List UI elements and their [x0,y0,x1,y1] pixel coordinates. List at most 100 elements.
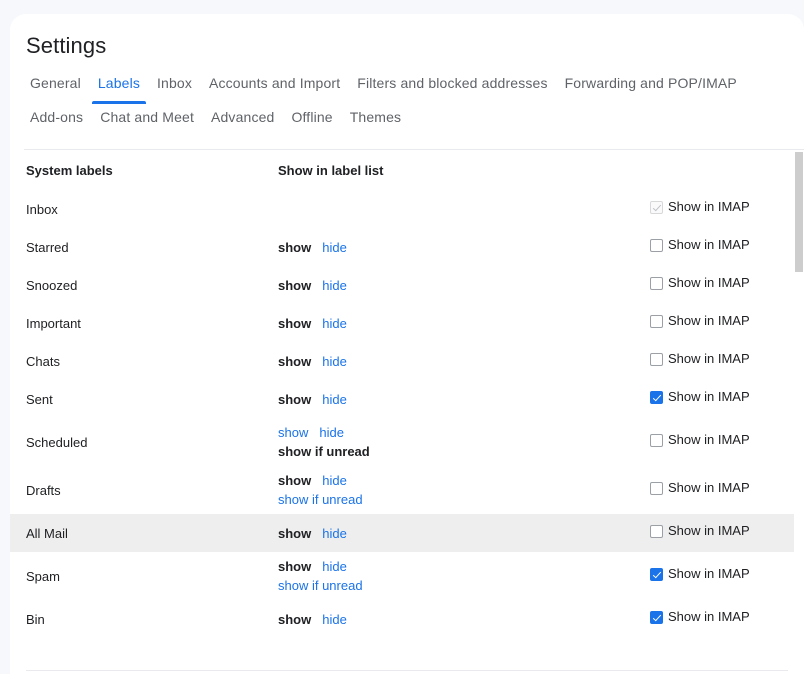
show-in-imap-toggle: Show in IMAP [650,199,750,215]
table-row[interactable]: Chats show hide Show in IMAP [10,342,804,380]
label-name: Inbox [26,201,58,217]
table-row[interactable]: Scheduled show hide show if unread Show in I… [10,418,804,466]
checkbox-icon[interactable] [650,481,663,495]
action-hide[interactable]: hide [322,524,347,543]
checkbox-icon[interactable] [650,567,663,581]
action-line: show hide [278,276,650,295]
show-in-imap-toggle[interactable]: Show in IMAP [650,313,750,329]
tab-chat-and-meet[interactable]: Chat and Meet [94,108,200,126]
table-row[interactable]: Spam show hide show if unread Show in IMAP [10,552,804,600]
tab-inbox[interactable]: Inbox [151,74,198,92]
tab-offline[interactable]: Offline [285,108,338,126]
label-visibility-actions: show hide [278,380,650,418]
table-row[interactable]: All Mail show hide Show in IMAP [10,514,804,552]
table-row[interactable]: Starred show hide Show in IMAP [10,228,804,266]
checkbox-icon[interactable] [650,352,663,366]
action-hide[interactable]: hide [322,557,347,576]
label-name: Bin [26,611,45,627]
label-visibility-actions: show hide [278,600,650,638]
action-show-if-unread[interactable]: show if unread [278,576,363,595]
action-show[interactable]: show [278,423,308,442]
action-hide[interactable]: hide [322,314,347,333]
show-in-imap-toggle[interactable]: Show in IMAP [650,351,750,367]
checkbox-icon[interactable] [650,524,663,538]
action-show: show [278,559,312,574]
column-header-imap [650,150,804,190]
table-row[interactable]: Drafts show hide show if unread Show in IMAP [10,466,804,514]
action-hide[interactable]: hide [322,352,347,371]
action-line: show hide [278,610,650,629]
label-visibility-actions: show hide show if unread [278,418,650,466]
imap-cell: Show in IMAP [650,514,804,552]
show-in-imap-label: Show in IMAP [668,609,750,625]
tab-add-ons[interactable]: Add-ons [24,108,89,126]
action-hide[interactable]: hide [322,610,347,629]
checkbox-icon[interactable] [650,314,663,328]
action-line: show hide [278,314,650,333]
table-row[interactable]: Snoozed show hide Show in IMAP [10,266,804,304]
imap-cell: Show in IMAP [650,304,804,342]
table-row[interactable]: Bin show hide Show in IMAP [10,600,804,638]
tab-filters-and-blocked-addresses[interactable]: Filters and blocked addresses [351,74,553,92]
tab-row-primary: General Labels Inbox Accounts and Import Fil… [24,74,804,108]
column-header-system-labels: System labels [26,163,113,178]
imap-cell: Show in IMAP [650,228,804,266]
labels-scroll-area[interactable]: System labels Show in label list Inbox Sh… [10,150,804,670]
action-hide[interactable]: hide [322,238,347,257]
tab-advanced[interactable]: Advanced [205,108,280,126]
show-in-imap-toggle[interactable]: Show in IMAP [650,432,750,448]
imap-cell: Show in IMAP [650,190,804,228]
show-in-imap-label: Show in IMAP [668,199,750,215]
show-in-imap-toggle[interactable]: Show in IMAP [650,275,750,291]
action-line: show hide [278,390,650,409]
show-in-imap-label: Show in IMAP [668,351,750,367]
tab-accounts-and-import[interactable]: Accounts and Import [203,74,346,92]
checkbox-icon[interactable] [650,276,663,290]
action-show: show [278,239,312,255]
action-show-if-unread[interactable]: show if unread [278,490,363,509]
label-visibility-actions: show hide [278,266,650,304]
label-name: Sent [26,391,53,407]
table-row[interactable]: Important show hide Show in IMAP [10,304,804,342]
checkbox-icon[interactable] [650,610,663,624]
show-in-imap-toggle[interactable]: Show in IMAP [650,480,750,496]
vertical-scrollbar-track[interactable] [794,150,804,670]
action-hide[interactable]: hide [319,423,344,442]
show-in-imap-label: Show in IMAP [668,432,750,448]
action-hide[interactable]: hide [322,390,347,409]
label-name: Scheduled [26,434,88,450]
show-in-imap-label: Show in IMAP [668,566,750,582]
tab-themes[interactable]: Themes [344,108,407,126]
show-in-imap-toggle[interactable]: Show in IMAP [650,389,750,405]
action-show: show [278,611,312,627]
vertical-scrollbar-thumb[interactable] [795,152,803,272]
table-bottom-divider [26,670,788,671]
action-show-if-unread: show if unread [278,444,370,459]
table-row[interactable]: Sent show hide Show in IMAP [10,380,804,418]
show-in-imap-toggle[interactable]: Show in IMAP [650,566,750,582]
action-line: show hide [278,238,650,257]
show-in-imap-toggle[interactable]: Show in IMAP [650,609,750,625]
table-header-row: System labels Show in label list [10,150,804,190]
show-in-imap-toggle[interactable]: Show in IMAP [650,237,750,253]
tab-forwarding-and-pop-imap[interactable]: Forwarding and POP/IMAP [559,74,743,92]
action-line: show hide [278,423,650,442]
label-visibility-actions: show hide [278,342,650,380]
checkbox-icon[interactable] [650,390,663,404]
label-name: Spam [26,568,60,584]
show-in-imap-label: Show in IMAP [668,237,750,253]
action-hide[interactable]: hide [322,276,347,295]
table-row[interactable]: Inbox Show in IMAP [10,190,804,228]
tab-labels[interactable]: Labels [91,74,147,104]
action-show: show [278,315,312,331]
imap-cell: Show in IMAP [650,552,804,600]
tab-general[interactable]: General [24,74,87,92]
show-in-imap-toggle[interactable]: Show in IMAP [650,523,750,539]
label-name: All Mail [10,514,278,552]
action-hide[interactable]: hide [322,471,347,490]
checkbox-icon[interactable] [650,433,663,447]
show-in-imap-label: Show in IMAP [668,313,750,329]
label-visibility-actions [278,190,650,228]
action-show: show [278,391,312,407]
checkbox-icon[interactable] [650,238,663,252]
